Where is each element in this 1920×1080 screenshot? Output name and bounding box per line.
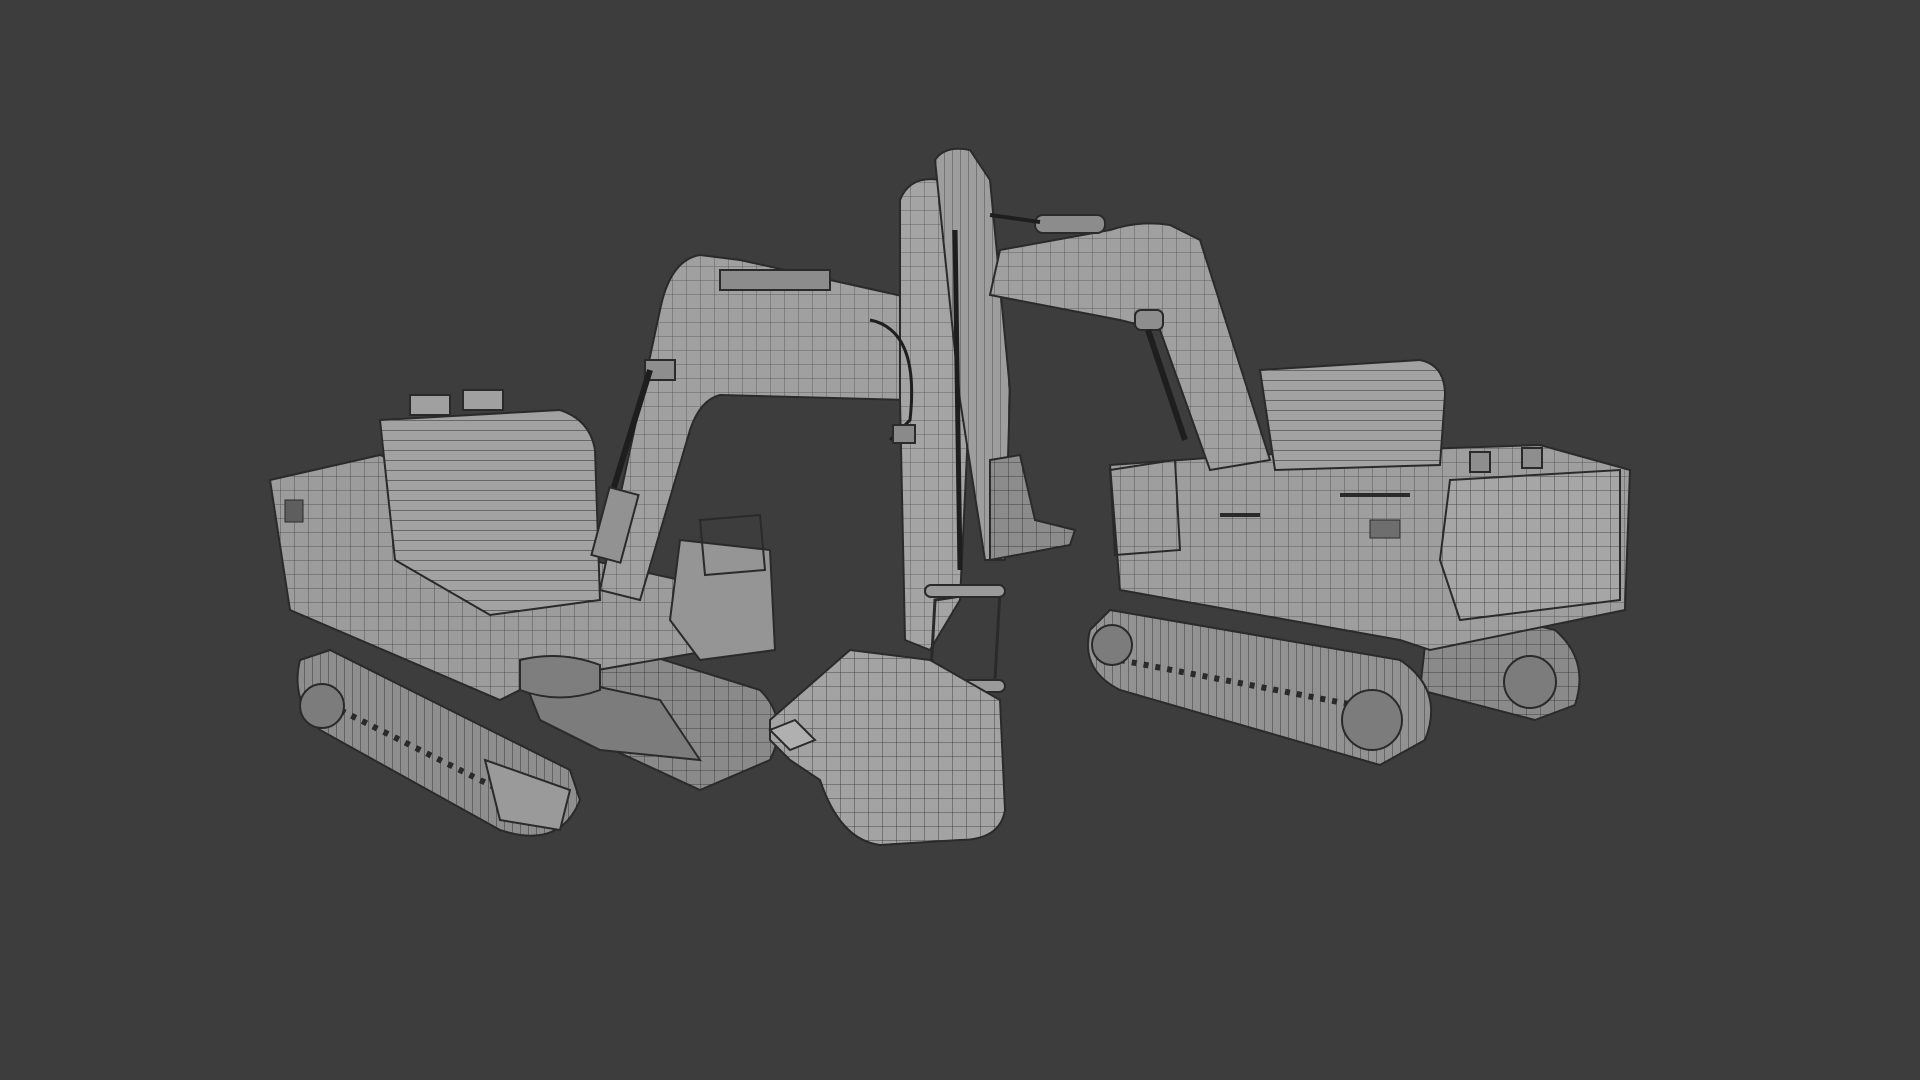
scene-render xyxy=(268,147,1632,847)
excavator-right[interactable] xyxy=(988,213,1632,767)
3d-viewport[interactable] xyxy=(0,0,1920,1080)
right-boom xyxy=(988,213,1272,472)
left-body xyxy=(268,389,777,702)
